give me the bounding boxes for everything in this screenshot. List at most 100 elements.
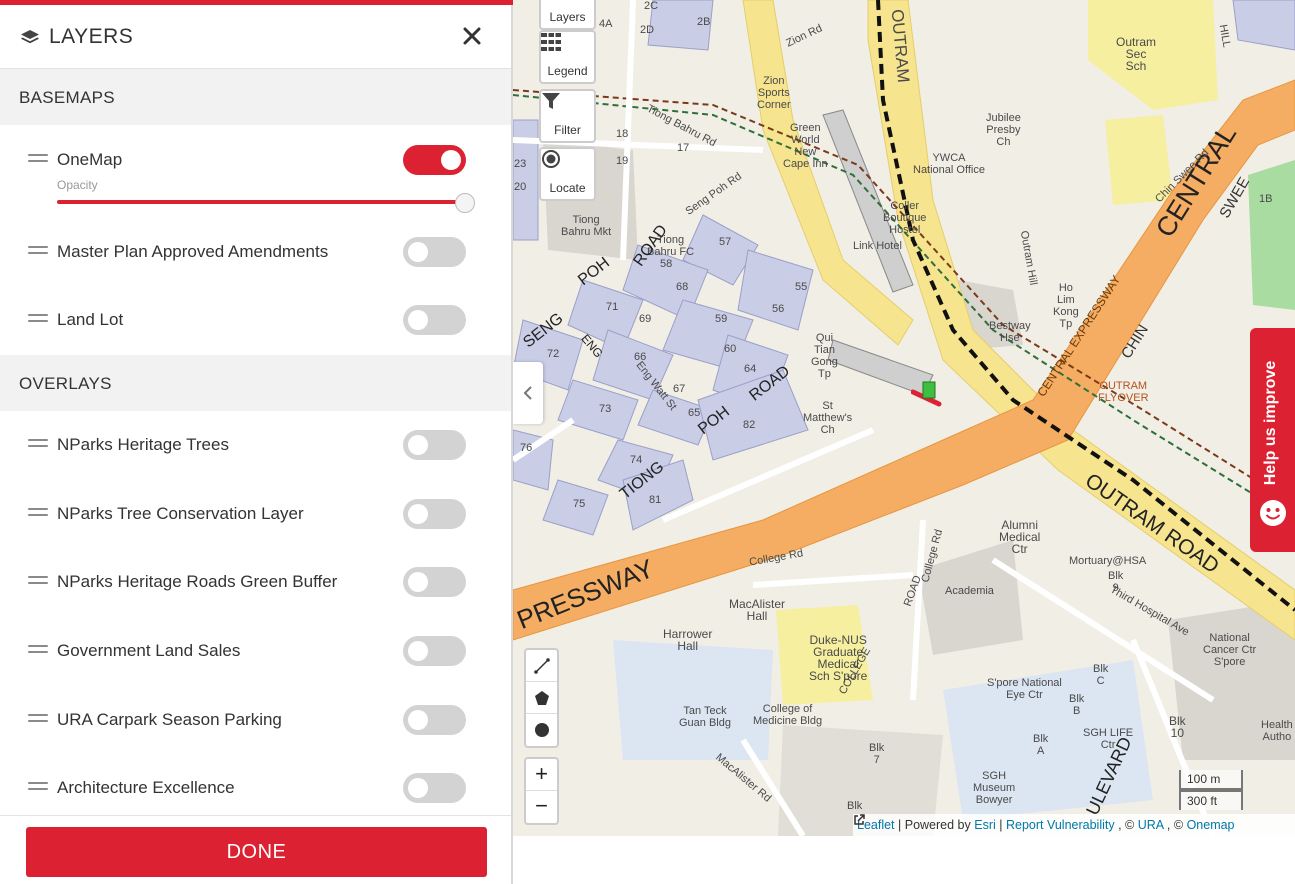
- locate-button-label: Locate: [549, 181, 586, 195]
- block-number: 4A: [599, 18, 613, 30]
- layer-label: Land Lot: [57, 310, 124, 329]
- basemap-row-master-plan: Master Plan Approved Amendments: [0, 233, 511, 273]
- attribution-bar: Leaflet | Powered by Esri | Report Vulne…: [853, 814, 1295, 836]
- esri-link[interactable]: Esri: [974, 818, 996, 832]
- draw-toolbar: [524, 648, 559, 748]
- panel-title: LAYERS: [49, 25, 134, 48]
- onemap-link[interactable]: Onemap: [1187, 818, 1235, 832]
- help-us-improve-tab[interactable]: Help us improve: [1250, 328, 1295, 552]
- block-number: 68: [676, 281, 689, 293]
- basemaps-header-label: BASEMAPS: [19, 88, 115, 107]
- map-label: OUTRAM FLYOVER: [1098, 380, 1149, 404]
- layer-toggle-ura-carpark[interactable]: [403, 705, 466, 735]
- block-number: 64: [744, 363, 757, 375]
- layer-label: Architecture Excellence: [57, 778, 235, 797]
- circle-icon: [535, 723, 549, 737]
- basemaps-section-header: BASEMAPS: [0, 69, 511, 125]
- overlay-row-ura-carpark: URA Carpark Season Parking: [0, 701, 511, 741]
- drag-handle-icon[interactable]: [28, 714, 48, 724]
- block-number: 67: [673, 383, 686, 395]
- layer-label: URA Carpark Season Parking: [57, 710, 282, 729]
- map-label: Mortuary@HSA: [1069, 555, 1147, 567]
- draw-line-button[interactable]: [526, 650, 557, 682]
- overlay-row-gov-land-sales: Government Land Sales: [0, 632, 511, 672]
- layer-toggle-architecture[interactable]: [403, 773, 466, 803]
- block-number: 71: [606, 301, 619, 313]
- block-number: 19: [616, 155, 629, 167]
- drag-handle-icon[interactable]: [28, 645, 48, 655]
- legend-button[interactable]: Legend: [539, 30, 596, 84]
- overlays-section-header: OVERLAYS: [0, 355, 511, 411]
- map-label: Coller Boutique Hostel: [883, 200, 927, 236]
- help-label: Help us improve: [1262, 360, 1279, 486]
- layer-toggle-master-plan[interactable]: [403, 237, 466, 267]
- map-label: Outram Sec Sch: [1116, 35, 1157, 73]
- map-label: SGH Museum Bowyer: [973, 770, 1016, 806]
- block-number: 17: [677, 142, 690, 154]
- block-number: 56: [772, 303, 785, 315]
- draw-circle-button[interactable]: [526, 714, 557, 746]
- layers-panel: LAYERS BASEMAPS OneMap Opacity Master Pl…: [0, 0, 513, 884]
- layer-toggle-heritage-trees[interactable]: [403, 430, 466, 460]
- scale-metric: 100 m: [1179, 770, 1243, 790]
- map-label: Blk C: [1093, 663, 1109, 687]
- layer-toggle-gov-land-sales[interactable]: [403, 636, 466, 666]
- draw-polygon-button[interactable]: [526, 682, 557, 714]
- locate-button[interactable]: Locate: [539, 147, 596, 201]
- block-number: 74: [630, 454, 643, 466]
- layer-toggle-tree-conservation[interactable]: [403, 499, 466, 529]
- map-label: Blk A: [1033, 733, 1049, 757]
- drag-handle-icon[interactable]: [28, 314, 48, 324]
- park-area: [1248, 160, 1295, 310]
- layers-button[interactable]: Layers: [539, 0, 596, 30]
- map-tiles: [513, 0, 1295, 836]
- filter-button[interactable]: Filter: [539, 89, 596, 143]
- done-button[interactable]: DONE: [26, 827, 487, 877]
- opacity-slider-track[interactable]: [57, 200, 465, 204]
- layer-toggle-heritage-roads[interactable]: [403, 567, 466, 597]
- line-icon: [534, 658, 550, 674]
- drag-handle-icon[interactable]: [28, 154, 48, 164]
- panel-footer: DONE: [0, 815, 511, 884]
- block-number: 75: [573, 498, 586, 510]
- external-link-icon: [854, 814, 865, 825]
- map-bottom-margin: [513, 836, 1295, 884]
- attribution-separator: |: [999, 818, 1003, 832]
- block-number: 65: [688, 407, 701, 419]
- drag-handle-icon[interactable]: [28, 782, 48, 792]
- map-label: Blk B: [1069, 693, 1085, 717]
- overlay-row-heritage-roads: NParks Heritage Roads Green Buffer: [0, 563, 511, 603]
- block-number: 66: [634, 351, 647, 363]
- opacity-label: Opacity: [57, 178, 98, 192]
- layer-toggle-land-lot[interactable]: [403, 305, 466, 335]
- drag-handle-icon[interactable]: [28, 439, 48, 449]
- zoom-in-button[interactable]: +: [526, 759, 557, 791]
- block-number: 82: [743, 419, 756, 431]
- map-label: Tiong Bahru Mkt: [561, 214, 612, 238]
- layer-toggle-onemap[interactable]: [403, 145, 466, 175]
- scale-bar: 100 m 300 ft: [1179, 770, 1295, 814]
- ura-link[interactable]: URA: [1138, 818, 1164, 832]
- map-label: Ho Lim Kong Tp: [1053, 282, 1079, 330]
- layer-label: NParks Tree Conservation Layer: [57, 504, 304, 523]
- drag-handle-icon[interactable]: [28, 508, 48, 518]
- zoom-out-button[interactable]: −: [526, 791, 557, 823]
- drag-handle-icon[interactable]: [28, 246, 48, 256]
- map-canvas[interactable]: Outram Sec Sch Zion Rd Zion Sports Corner Ju…: [513, 0, 1295, 836]
- overlays-header-label: OVERLAYS: [19, 374, 112, 393]
- overlay-row-heritage-trees: NParks Heritage Trees: [0, 426, 511, 466]
- locate-icon: [542, 150, 560, 168]
- map-label: Harrower Hall: [663, 627, 713, 653]
- block-number: 57: [719, 236, 732, 248]
- block-number: 18: [616, 128, 629, 140]
- report-vulnerability-link[interactable]: Report Vulnerability: [1006, 818, 1115, 832]
- layer-label: Government Land Sales: [57, 641, 241, 660]
- opacity-slider-handle[interactable]: [455, 193, 475, 213]
- drag-handle-icon[interactable]: [28, 576, 48, 586]
- close-icon[interactable]: [459, 23, 485, 49]
- panel-header: LAYERS: [0, 5, 511, 69]
- overlay-row-architecture: Architecture Excellence: [0, 769, 511, 809]
- basemap-row-land-lot: Land Lot: [0, 301, 511, 341]
- collapse-panel-button[interactable]: [513, 362, 543, 424]
- layer-label: NParks Heritage Trees: [57, 435, 229, 454]
